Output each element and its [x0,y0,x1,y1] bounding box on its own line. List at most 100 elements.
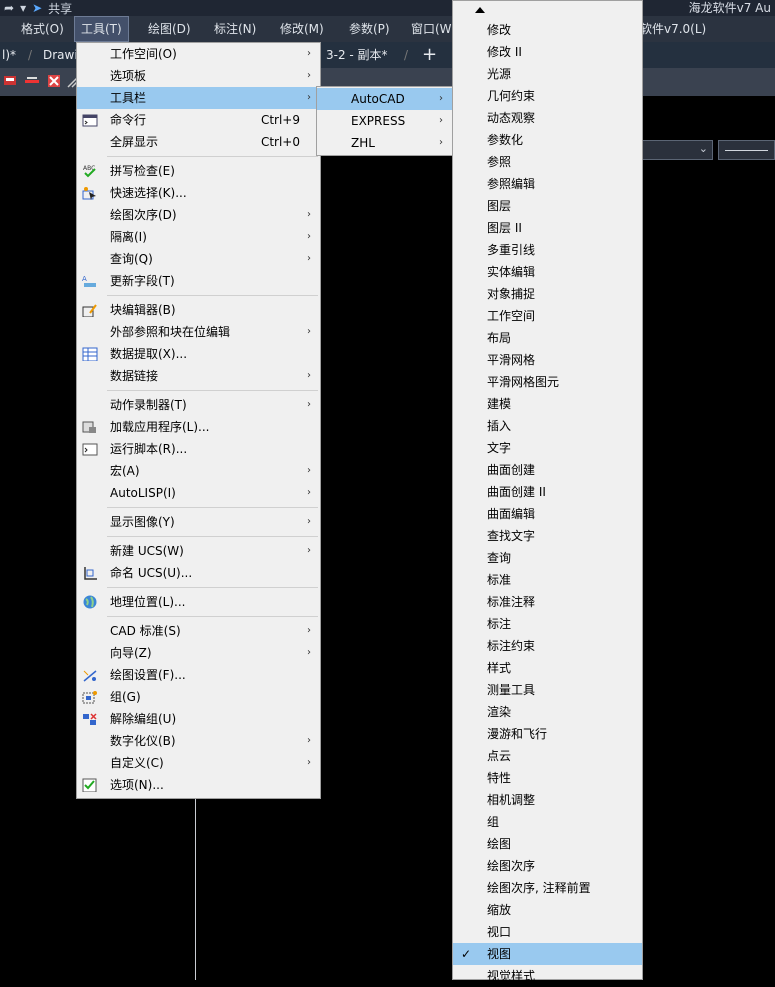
autocad-toolbar-item[interactable]: 视觉样式 [453,965,642,987]
autocad-toolbar-item[interactable]: 曲面编辑 [453,503,642,525]
tools-menu-item[interactable]: 动作录制器(T) › [77,394,320,416]
tools-menu-item[interactable]: 工作空间(O) › [77,43,320,65]
tools-menu-item[interactable]: 地理位置(L)... [77,591,320,613]
menu-7[interactable]: 软件v7.0(L) [634,16,712,42]
tools-menu-item[interactable]: 查询(Q) › [77,248,320,270]
share-button[interactable]: 共享 [48,0,72,17]
tools-menu-item[interactable]: 外部参照和块在位编辑 › [77,321,320,343]
autocad-toolbar-item[interactable]: 修改 II [453,41,642,63]
tools-menu-item[interactable]: 自定义(C) › [77,752,320,774]
autocad-toolbar-item[interactable]: 布局 [453,327,642,349]
redo-icon[interactable]: ➦ [4,1,14,15]
tools-menu-item[interactable]: 快速选择(K)... [77,182,320,204]
tools-menu-item[interactable]: 运行脚本(R)... [77,438,320,460]
tools-menu-item[interactable]: 数字化仪(B) › [77,730,320,752]
autocad-toolbar-item[interactable]: 点云 [453,745,642,767]
autocad-toolbar-item[interactable]: 实体编辑 [453,261,642,283]
autocad-toolbar-item[interactable]: 视口 [453,921,642,943]
autocad-toolbar-item[interactable]: ✓ 视图 [453,943,642,965]
tools-menu-item[interactable]: 绘图次序(D) › [77,204,320,226]
match-properties-icon[interactable] [24,73,40,89]
autocad-toolbar-item[interactable]: 参数化 [453,129,642,151]
autocad-toolbar-item[interactable]: 多重引线 [453,239,642,261]
autocad-toolbar-item[interactable]: 相机调整 [453,789,642,811]
autocad-toolbar-item[interactable]: 曲面创建 II [453,481,642,503]
tools-menu-item[interactable]: 绘图设置(F)... [77,664,320,686]
tools-menu-item[interactable]: 新建 UCS(W) › [77,540,320,562]
tools-menu-item[interactable]: 命令行 Ctrl+9 [77,109,320,131]
autocad-toolbar-item[interactable]: 绘图 [453,833,642,855]
tools-menu-item[interactable]: 块编辑器(B) [77,299,320,321]
autocad-toolbar-item[interactable]: 图层 [453,195,642,217]
share-icon[interactable]: ➤ [32,1,42,15]
tools-menu-item[interactable]: 加载应用程序(L)... [77,416,320,438]
menu-2[interactable]: 绘图(D) [142,16,197,42]
autocad-toolbar-item[interactable]: 光源 [453,63,642,85]
tools-menu-item[interactable]: 数据链接 › [77,365,320,387]
autocad-toolbar-item[interactable]: 标注约束 [453,635,642,657]
tools-menu-item[interactable]: 选项板 › [77,65,320,87]
toolbar-submenu-item[interactable]: ZHL › [317,132,452,154]
autocad-toolbar-item[interactable]: 插入 [453,415,642,437]
autocad-toolbar-item[interactable]: 组 [453,811,642,833]
autocad-toolbar-item[interactable]: 标准注释 [453,591,642,613]
autocad-toolbar-item[interactable]: 查找文字 [453,525,642,547]
tools-menu-item[interactable]: AutoLISP(I) › [77,482,320,504]
menu-4[interactable]: 修改(M) [274,16,330,42]
tools-menu-item[interactable]: A 更新字段(T) [77,270,320,292]
autocad-toolbar-item[interactable]: 工作空间 [453,305,642,327]
autocad-toolbar-item[interactable]: 图层 II [453,217,642,239]
autocad-toolbar-item[interactable]: 文字 [453,437,642,459]
autocad-toolbar-item[interactable]: 渲染 [453,701,642,723]
autocad-toolbar-item[interactable]: 平滑网格图元 [453,371,642,393]
tools-menu-item[interactable]: ABC 拼写检查(E) [77,160,320,182]
menu-3[interactable]: 标注(N) [208,16,262,42]
tools-menu-item[interactable]: 选项(N)... [77,774,320,796]
autocad-toolbar-item[interactable]: 缩放 [453,899,642,921]
autocad-toolbar-item[interactable]: 绘图次序 [453,855,642,877]
autocad-toolbar-item[interactable]: 绘图次序, 注释前置 [453,877,642,899]
layer-icon[interactable] [2,73,18,89]
tools-menu-item[interactable]: 工具栏 › [77,87,320,109]
erase-icon[interactable] [46,73,62,89]
tools-menu-item[interactable]: 显示图像(Y) › [77,511,320,533]
menu-1[interactable]: 工具(T) [74,16,129,42]
autocad-toolbar-item[interactable]: 标准 [453,569,642,591]
autocad-toolbar-item[interactable]: 样式 [453,657,642,679]
toolbar-submenu-item[interactable]: EXPRESS › [317,110,452,132]
autocad-toolbar-item[interactable]: 测量工具 [453,679,642,701]
autocad-toolbar-item[interactable]: 参照编辑 [453,173,642,195]
autocad-toolbar-item[interactable]: 参照 [453,151,642,173]
autocad-toolbar-item[interactable]: 建模 [453,393,642,415]
autocad-toolbar-item[interactable]: 特性 [453,767,642,789]
autocad-toolbar-item[interactable]: 对象捕捉 [453,283,642,305]
autocad-toolbar-item[interactable]: 动态观察 [453,107,642,129]
tab-drawing-2[interactable]: Drawi [43,42,78,68]
menu-6[interactable]: 窗口(W [405,16,458,42]
dropdown-arrow-icon[interactable]: ▾ [20,1,26,15]
tools-menu-item[interactable]: 向导(Z) › [77,642,320,664]
autocad-toolbar-item[interactable]: 修改 [453,19,642,41]
toolbar-submenu-item[interactable]: AutoCAD › [317,88,452,110]
autocad-toolbar-item[interactable]: 平滑网格 [453,349,642,371]
tools-menu-item[interactable]: 命名 UCS(U)... [77,562,320,584]
tools-menu-item[interactable]: 宏(A) › [77,460,320,482]
tools-menu-item[interactable]: 解除编组(U) [77,708,320,730]
autocad-toolbar-item[interactable]: 查询 [453,547,642,569]
lineweight-dropdown[interactable] [718,140,775,160]
scroll-up-button[interactable] [453,1,642,19]
new-tab-button[interactable]: + [422,42,437,68]
autocad-toolbar-item[interactable]: 标注 [453,613,642,635]
tab-drawing-3[interactable]: 3-2 - 副本* [326,42,388,68]
autocad-toolbar-item[interactable]: 几何约束 [453,85,642,107]
tools-menu-item[interactable]: 全屏显示 Ctrl+0 [77,131,320,153]
tools-menu-item[interactable]: 隔离(I) › [77,226,320,248]
tools-menu-item[interactable]: 组(G) [77,686,320,708]
tools-menu-item[interactable]: 数据提取(X)... [77,343,320,365]
menu-0[interactable]: 格式(O) [15,16,70,42]
menu-5[interactable]: 参数(P) [343,16,396,42]
autocad-toolbar-item[interactable]: 曲面创建 [453,459,642,481]
tools-menu-item[interactable]: CAD 标准(S) › [77,620,320,642]
autocad-toolbar-item[interactable]: 漫游和飞行 [453,723,642,745]
tab-drawing-1[interactable]: l)* [2,42,16,68]
